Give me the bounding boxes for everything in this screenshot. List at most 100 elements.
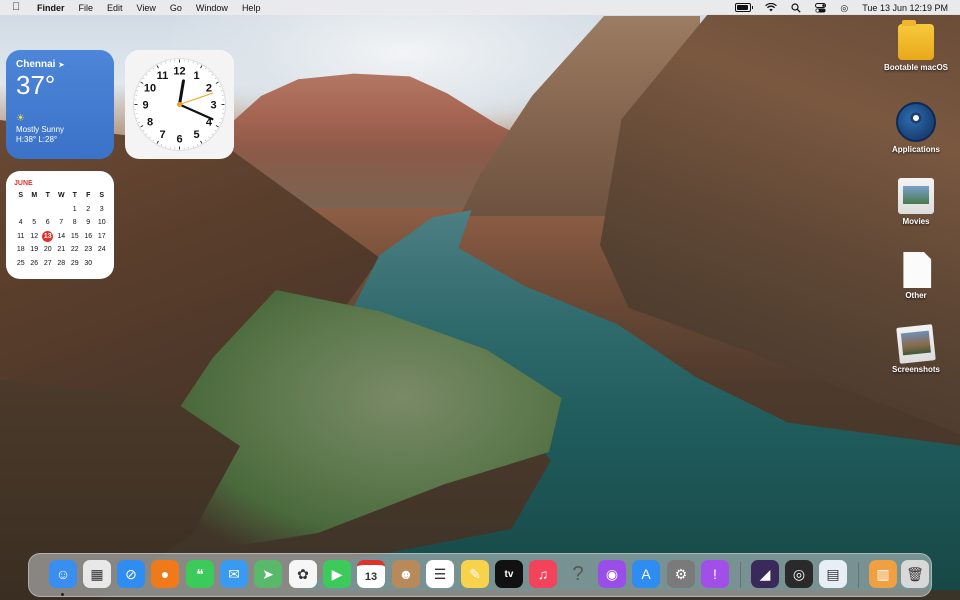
calendar-day: 15 xyxy=(70,232,79,240)
dock-preview-icon[interactable]: ▤ xyxy=(819,560,847,588)
dock-pixelmator-icon[interactable]: ◢ xyxy=(751,560,779,588)
calendar-day: 17 xyxy=(97,232,106,240)
control-center-icon[interactable] xyxy=(815,2,827,13)
menu-datetime[interactable]: Tue 13 Jun 12:19 PM xyxy=(862,3,948,13)
movies-icon xyxy=(898,178,934,214)
clock-number: 7 xyxy=(159,129,165,141)
location-arrow-icon: ➤ xyxy=(58,61,65,69)
calendar-day: 1 xyxy=(72,205,77,213)
weather-widget[interactable]: Chennai ➤ 37° ☀ Mostly Sunny H:38° L:28° xyxy=(6,50,114,159)
dock-reminders-icon[interactable]: ☰ xyxy=(426,560,454,588)
dock-calendar-icon[interactable]: 13 xyxy=(357,560,385,588)
calendar-day-number: 13 xyxy=(42,230,54,242)
clock-number: 9 xyxy=(142,100,148,112)
dock: ☺ ▦ ⊘ ● ❝ ✉ ➤ ✿ ▶ 13 ☻ ☰ ✎ tv ♫? ◉ A ⚙! ◢ ◎ ▤ ▥ 🗑 xyxy=(28,553,932,597)
dock-mail-icon[interactable]: ✉ xyxy=(220,560,248,588)
calendar-widget[interactable]: JUNE S M T W T F S 1 2 3 4 5 6 7 8 9 10 11 12 13 14 15 16 17 18 1… xyxy=(6,171,114,279)
calendar-weekday: M xyxy=(31,192,38,199)
dock-separator xyxy=(858,562,859,588)
document-icon xyxy=(903,252,932,288)
weather-high-low: H:38° L:28° xyxy=(16,135,58,144)
menu-file[interactable]: File xyxy=(79,3,94,13)
clock-number: 3 xyxy=(210,100,216,112)
desktop-icon-other[interactable]: Other xyxy=(876,252,956,300)
screenshots-icon xyxy=(896,324,936,364)
dock-finder-icon[interactable]: ☺ xyxy=(49,560,77,588)
wifi-icon[interactable] xyxy=(765,3,778,12)
calendar-weekday: W xyxy=(57,192,65,199)
dock-notes-icon[interactable]: ✎ xyxy=(461,560,489,588)
menu-edit[interactable]: Edit xyxy=(107,3,123,13)
calendar-day: 3 xyxy=(99,205,104,213)
calendar-day: 28 xyxy=(57,259,66,267)
dock-app-store-icon[interactable]: A xyxy=(632,560,660,588)
dock-help-icon[interactable]: ? xyxy=(564,560,592,588)
dock-music-icon[interactable]: ♫ xyxy=(529,560,557,588)
dock-quicktime-icon[interactable]: ◎ xyxy=(785,560,813,588)
calendar-day: 19 xyxy=(30,246,39,253)
dock-podcasts-icon[interactable]: ◉ xyxy=(598,560,626,588)
calendar-day: 12 xyxy=(30,232,39,240)
calendar-day: 7 xyxy=(59,219,64,226)
siri-icon[interactable]: ◎ xyxy=(840,3,848,13)
dock-facetime-icon[interactable]: ▶ xyxy=(323,560,351,588)
clock-number: 1 xyxy=(193,70,199,82)
search-icon[interactable] xyxy=(791,2,802,13)
calendar-day xyxy=(28,203,42,217)
calendar-day: 16 xyxy=(84,232,93,240)
dock-maps-icon[interactable]: ➤ xyxy=(254,560,282,588)
calendar-day: 4 xyxy=(18,219,23,226)
menu-window[interactable]: Window xyxy=(196,3,228,13)
weather-temperature: 37° xyxy=(16,70,56,100)
clock-widget[interactable]: 12 1 2 3 4 5 6 7 8 9 10 11 xyxy=(125,50,234,159)
clock-number: 12 xyxy=(173,66,185,78)
menu-help[interactable]: Help xyxy=(242,3,261,13)
clock-number: 6 xyxy=(176,134,182,146)
apple-menu-icon[interactable]:  xyxy=(12,2,22,13)
calendar-day: 21 xyxy=(57,246,66,253)
calendar-day: 24 xyxy=(97,246,106,253)
clock-number: 10 xyxy=(144,83,156,95)
dock-safari-icon[interactable]: ⊘ xyxy=(117,560,145,588)
calendar-day: 27 xyxy=(43,259,52,267)
menu-app-name[interactable]: Finder xyxy=(37,3,65,13)
calendar-day: 8 xyxy=(72,219,77,226)
desktop-icon-bootable-macos[interactable]: Bootable macOS xyxy=(876,20,956,72)
dock-separator xyxy=(740,562,741,588)
calendar-weekday: S xyxy=(99,192,105,199)
calendar-day: 9 xyxy=(86,219,91,226)
calendar-day: 23 xyxy=(84,246,93,253)
clock-number: 8 xyxy=(147,117,153,129)
dock-messages-icon[interactable]: ❝ xyxy=(186,560,214,588)
calendar-day: 6 xyxy=(45,219,50,226)
dock-firefox-icon[interactable]: ● xyxy=(151,560,179,588)
menu-view[interactable]: View xyxy=(137,3,156,13)
calendar-day xyxy=(41,203,55,217)
desktop-icon-screenshots[interactable]: Screenshots xyxy=(876,324,956,374)
desktop-icon-label: Bootable macOS xyxy=(883,63,948,72)
sun-icon: ☀ xyxy=(16,113,25,124)
dock-contacts-icon[interactable]: ☻ xyxy=(392,560,420,588)
dock-downloads-stack-icon[interactable]: ▥ xyxy=(869,560,897,588)
calendar-day-today: 13 xyxy=(41,230,55,244)
dock-feedback-icon[interactable]: ! xyxy=(701,560,729,588)
dock-tv-icon[interactable]: tv xyxy=(495,560,523,588)
calendar-weekday: T xyxy=(72,192,77,199)
menu-go[interactable]: Go xyxy=(170,3,182,13)
dock-system-settings-icon[interactable]: ⚙ xyxy=(667,560,695,588)
calendar-weekday: T xyxy=(45,192,50,199)
dock-launchpad-icon[interactable]: ▦ xyxy=(83,560,111,588)
desktop-icon-movies[interactable]: Movies xyxy=(876,178,956,226)
battery-icon[interactable] xyxy=(735,3,754,12)
dock-trash-icon[interactable]: 🗑 xyxy=(901,560,929,588)
calendar-day: 11 xyxy=(17,232,25,240)
weather-city: Chennai xyxy=(16,59,56,70)
calendar-weekday: F xyxy=(86,192,91,199)
desktop-icon-applications[interactable]: Applications xyxy=(876,102,956,154)
calendar-grid: S M T W T F S 1 2 3 4 5 6 7 8 9 10 11 12 13 14 15 16 17 18 19 20 21… xyxy=(14,189,106,270)
steam-icon xyxy=(896,102,936,142)
calendar-day: 18 xyxy=(16,246,25,253)
dock-photos-icon[interactable]: ✿ xyxy=(289,560,317,588)
calendar-day: 29 xyxy=(70,259,79,267)
calendar-day: 25 xyxy=(16,259,25,267)
